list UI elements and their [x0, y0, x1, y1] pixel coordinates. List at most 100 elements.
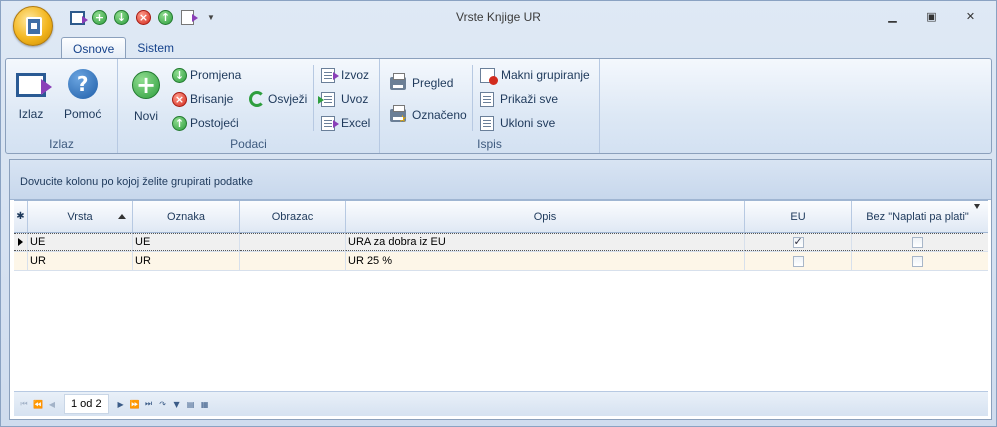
group-ispis: Pregled ★ Označeno Makni grupiranje Prik…: [380, 59, 600, 153]
cell-oznaka[interactable]: UR: [133, 252, 240, 270]
page-info: 1 od 2: [64, 394, 109, 414]
first-page-icon[interactable]: ⏮: [18, 396, 30, 412]
help-button[interactable]: ? Pomoć: [64, 69, 101, 121]
cell-eu[interactable]: [745, 252, 852, 270]
exit-icon: [16, 73, 52, 97]
ungroup-icon: [480, 67, 498, 85]
header-label: Vrsta: [67, 210, 93, 223]
cell-bez-naplati[interactable]: [852, 233, 983, 251]
izvoz-button[interactable]: Izvoz: [321, 65, 369, 85]
oznaceno-button[interactable]: ★ Označeno: [390, 104, 467, 125]
promjena-label: Promjena: [190, 68, 242, 82]
tab-osnove[interactable]: Osnove: [61, 37, 127, 59]
izlaz-label: Izlaz: [18, 107, 44, 121]
group-hint: Dovucite kolonu po kojoj želite grupirat…: [20, 176, 253, 188]
brisanje-label: Brisanje: [190, 92, 234, 106]
pregled-button[interactable]: Pregled: [390, 72, 454, 93]
column-header-vrsta[interactable]: Vrsta: [28, 201, 133, 232]
last-page-icon[interactable]: ⏭: [143, 396, 155, 412]
cell-opis[interactable]: URA za dobra iz EU: [346, 233, 745, 251]
izvoz-label: Izvoz: [341, 68, 370, 82]
novi-button[interactable]: + Novi: [132, 71, 160, 123]
osvjezi-label: Osvježi: [268, 92, 308, 106]
next-record-icon[interactable]: ▶: [115, 396, 127, 412]
edit-icon: ↓: [172, 67, 187, 83]
print-selected-icon: ★: [390, 104, 407, 125]
prev-record-icon[interactable]: ◀: [46, 396, 58, 412]
row-indicator: [14, 233, 28, 251]
cell-obrazac[interactable]: [240, 252, 346, 270]
print-icon[interactable]: ▦: [199, 396, 211, 412]
table-row[interactable]: UE UE URA za dobra iz EU: [14, 233, 988, 252]
postojeci-label: Postojeći: [190, 116, 239, 130]
title-bar: + ↓ × ↑ ▼ Vrste Knjige UR ▁ ▣ ✕: [1, 1, 996, 46]
column-header-opis[interactable]: Opis: [346, 201, 745, 232]
group-podaci: + Novi ↓ Promjena × Brisanje ↑ Postojeći…: [118, 59, 380, 153]
maximize-button[interactable]: ▣: [912, 7, 951, 27]
cell-vrsta[interactable]: UE: [28, 233, 133, 251]
excel-button[interactable]: Excel: [321, 113, 370, 133]
new-row-indicator-icon: ✱: [14, 201, 28, 232]
cell-opis[interactable]: UR 25 %: [346, 252, 745, 270]
izlaz-button[interactable]: Izlaz: [16, 69, 52, 121]
promjena-button[interactable]: ↓ Promjena: [172, 65, 241, 85]
prev-page-icon[interactable]: ⏪: [32, 396, 44, 412]
export-icon[interactable]: ▤: [185, 396, 197, 412]
collapse-all-icon: [480, 115, 494, 131]
filter-icon[interactable]: [974, 204, 980, 209]
star-icon: ★: [398, 113, 407, 125]
ukloni-sve-button[interactable]: Ukloni sve: [480, 113, 555, 133]
help-icon: ?: [67, 69, 98, 99]
sort-ascending-icon: [118, 214, 126, 219]
ribbon: Izlaz ? Pomoć Izlaz + Novi ↓ Promjena × …: [5, 58, 992, 154]
cell-oznaka[interactable]: UE: [133, 233, 240, 251]
group-label-ispis: Ispis: [477, 137, 502, 151]
group-label-podaci: Podaci: [230, 137, 267, 151]
table-row[interactable]: UR UR UR 25 %: [14, 252, 988, 271]
prikazi-label: Prikaži sve: [500, 92, 559, 106]
prikazi-sve-button[interactable]: Prikaži sve: [480, 89, 558, 109]
group-panel[interactable]: Dovucite kolonu po kojoj želite grupirat…: [10, 160, 991, 200]
excel-label: Excel: [341, 116, 371, 130]
row-indicator: [14, 252, 28, 270]
header-label: Bez "Naplati pa plati": [866, 210, 969, 223]
ribbon-separator: [472, 65, 473, 131]
uvoz-label: Uvoz: [341, 92, 369, 106]
close-button[interactable]: ✕: [951, 7, 990, 27]
column-header-eu[interactable]: EU: [745, 201, 852, 232]
postojeci-button[interactable]: ↑ Postojeći: [172, 113, 239, 133]
current-row-icon: [18, 238, 23, 246]
brisanje-button[interactable]: × Brisanje: [172, 89, 233, 109]
application-menu-button[interactable]: [13, 6, 53, 46]
next-page-icon[interactable]: ⏩: [129, 396, 141, 412]
data-navigator: ⏮ ⏪ ◀ 1 od 2 ▶ ⏩ ⏭ ↷ ▼ ▤ ▦: [14, 391, 988, 416]
ribbon-separator: [313, 65, 314, 131]
column-header-bez-naplati[interactable]: Bez "Naplati pa plati": [852, 201, 983, 232]
eu-checkbox[interactable]: [792, 235, 804, 248]
cell-vrsta[interactable]: UR: [28, 252, 133, 270]
cell-eu[interactable]: [745, 233, 852, 251]
bez-naplati-checkbox[interactable]: [912, 236, 923, 248]
tab-sistem[interactable]: Sistem: [126, 37, 185, 59]
import-icon: [318, 91, 335, 107]
makni-grupiranje-button[interactable]: Makni grupiranje: [480, 65, 590, 85]
data-grid: ✱ Vrsta Oznaka Obrazac Opis EU Bez "Napl…: [14, 200, 988, 271]
refresh-icon: [249, 91, 265, 107]
filter-icon[interactable]: ▼: [171, 396, 183, 412]
refresh-icon[interactable]: ↷: [157, 396, 169, 412]
column-header-obrazac[interactable]: Obrazac: [240, 201, 346, 232]
bez-naplati-checkbox[interactable]: [912, 255, 923, 267]
pregled-label: Pregled: [412, 76, 454, 90]
osvjezi-button[interactable]: Osvježi: [249, 89, 307, 109]
uvoz-button[interactable]: Uvoz: [318, 89, 369, 109]
group-izlaz: Izlaz ? Pomoć Izlaz: [6, 59, 118, 153]
ukloni-label: Ukloni sve: [500, 116, 556, 130]
app-logo-icon: [26, 17, 42, 36]
cell-obrazac[interactable]: [240, 233, 346, 251]
minimize-button[interactable]: ▁: [873, 7, 912, 27]
grid-panel: Dovucite kolonu po kojoj želite grupirat…: [9, 159, 992, 420]
eu-checkbox[interactable]: [792, 255, 804, 267]
cell-bez-naplati[interactable]: [852, 252, 983, 270]
column-header-oznaka[interactable]: Oznaka: [133, 201, 240, 232]
window-controls: ▁ ▣ ✕: [873, 7, 990, 27]
